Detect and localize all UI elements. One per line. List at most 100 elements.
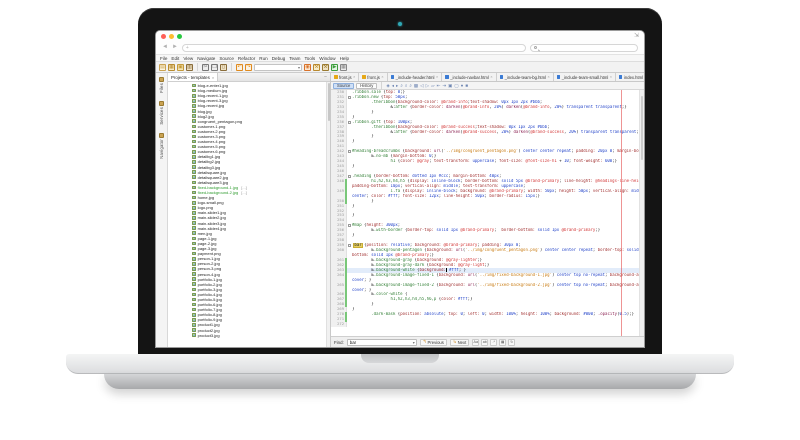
close-icon[interactable]: ×	[212, 75, 214, 80]
start-macro-icon[interactable]: ●	[461, 83, 464, 89]
minimize-traffic-light[interactable]	[169, 34, 174, 39]
editor-tab-index-html[interactable]: index.html×	[616, 73, 644, 81]
match-case-toggle[interactable]: Aa	[472, 339, 479, 346]
tab-close-icon[interactable]: ×	[610, 75, 612, 79]
editor-scrollbar[interactable]	[639, 90, 644, 336]
sidebar-tab-files[interactable]: Files	[159, 77, 164, 93]
new-project-icon[interactable]: ▦	[168, 64, 175, 71]
forward-arrow-icon[interactable]: ►	[172, 44, 178, 51]
save-all-icon[interactable]: ▥	[186, 64, 193, 71]
menu-item-tools[interactable]: Tools	[305, 56, 316, 61]
fold-marker-icon[interactable]	[348, 244, 351, 247]
sidebar-tab-services[interactable]: Services	[159, 101, 164, 125]
comment-icon[interactable]: ▣	[448, 83, 452, 89]
shift-left-icon[interactable]: ⇤	[437, 83, 441, 89]
filetype-html-icon	[391, 75, 395, 79]
build-project-icon[interactable]: ⚒	[313, 64, 320, 71]
last-edit-icon[interactable]: ◈	[386, 83, 389, 89]
source-view-button[interactable]: Source	[333, 83, 354, 89]
tab-close-icon[interactable]: ×	[381, 75, 383, 79]
image-file-icon	[192, 206, 196, 210]
menu-item-team[interactable]: Team	[289, 56, 300, 61]
back-arrow-icon[interactable]: ◄	[162, 44, 168, 51]
paste-icon[interactable]: ▯	[220, 64, 227, 71]
fold-marker-icon[interactable]	[348, 121, 351, 124]
profile-icon[interactable]: ▦	[340, 64, 347, 71]
menu-item-debug[interactable]: Debug	[272, 56, 286, 61]
editor-tab-front-js[interactable]: front.js×	[331, 73, 359, 81]
find-next-button[interactable]: ↳ Next	[450, 339, 469, 346]
close-traffic-light[interactable]	[161, 34, 166, 39]
menu-item-edit[interactable]: Edit	[171, 56, 179, 61]
clean-build-icon[interactable]: ⚒	[322, 64, 329, 71]
fold-marker-icon[interactable]	[348, 224, 351, 227]
menu-item-help[interactable]: Help	[340, 56, 349, 61]
menu-item-view[interactable]: View	[183, 56, 193, 61]
uncomment-icon[interactable]: ▢	[454, 83, 458, 89]
address-input[interactable]: +	[182, 44, 526, 52]
new-file-icon[interactable]: ▤	[159, 64, 166, 71]
find-input[interactable]: bar	[347, 339, 417, 346]
tab-close-icon[interactable]: ×	[353, 75, 355, 79]
open-project-icon[interactable]: ▣	[177, 64, 184, 71]
code-line[interactable]: 253}	[331, 213, 644, 218]
tab-close-icon[interactable]: ×	[490, 75, 492, 79]
run-project-icon[interactable]: ▶	[331, 64, 338, 71]
code-line[interactable]: 240}	[331, 139, 644, 144]
find-previous-icon[interactable]: ⌕	[409, 83, 412, 89]
next-bookmark-icon[interactable]: ▷	[426, 83, 429, 89]
editor-tab-front-js[interactable]: front.js×	[359, 73, 387, 81]
deploy-icon[interactable]: ◉	[304, 64, 311, 71]
back-icon[interactable]: ◂	[392, 83, 394, 89]
menu-item-window[interactable]: Window	[319, 56, 335, 61]
code-line[interactable]: 251}	[331, 204, 644, 209]
menu-item-refactor[interactable]: Refactor	[238, 56, 255, 61]
editor-tab--include-team-bg-html[interactable]: _include-team-bg.html×	[497, 73, 554, 81]
minimize-panel-icon[interactable]: −	[321, 74, 330, 80]
tab-close-icon[interactable]: ×	[436, 75, 438, 79]
editor-tab--include-header-html[interactable]: _include-header.html×	[388, 73, 443, 81]
resize-icon[interactable]: ⇲	[634, 33, 639, 39]
shift-right-icon[interactable]: ⇥	[442, 83, 446, 89]
code-line[interactable]: 272	[331, 322, 644, 327]
wrap-search-toggle[interactable]: ↻	[508, 339, 515, 346]
menu-item-navigate[interactable]: Navigate	[197, 56, 215, 61]
menu-item-source[interactable]: Source	[219, 56, 234, 61]
code-line[interactable]: 257}	[331, 233, 644, 238]
cut-icon[interactable]: ✂	[202, 64, 209, 71]
whole-words-toggle[interactable]: ab	[481, 339, 488, 346]
code-line[interactable]: 270 .dark-mask {position: absolute; top:…	[331, 312, 644, 317]
editor-tab--include-team-small-html[interactable]: _include-team-small.html×	[554, 73, 616, 81]
history-view-button[interactable]: History	[356, 83, 377, 89]
image-file-icon	[192, 333, 196, 337]
redo-icon[interactable]: ↷	[245, 64, 252, 71]
previous-bookmark-icon[interactable]: ◁	[420, 83, 423, 89]
highlight-results-toggle[interactable]: ▩	[499, 339, 506, 346]
menu-item-file[interactable]: File	[160, 56, 167, 61]
sidebar-tab-navigator[interactable]: Navigator	[159, 133, 164, 159]
stop-macro-icon[interactable]: ■	[465, 83, 468, 89]
toggle-bookmark-icon[interactable]: ▱	[431, 83, 434, 89]
zoom-traffic-light[interactable]	[177, 34, 182, 39]
fold-marker-icon[interactable]	[348, 175, 351, 178]
configuration-combobox[interactable]	[254, 64, 302, 71]
tab-close-icon[interactable]: ×	[548, 75, 550, 79]
copy-icon[interactable]: ❐	[211, 64, 218, 71]
menu-item-run[interactable]: Run	[259, 56, 267, 61]
projects-scrollbar[interactable]	[326, 82, 330, 347]
code-line[interactable]: 245}	[331, 164, 644, 169]
projects-tab[interactable]: Projects - templates ×	[168, 73, 218, 81]
undo-icon[interactable]: ↶	[236, 64, 243, 71]
toggle-highlight-icon[interactable]: ▩	[414, 83, 418, 89]
fold-marker-icon[interactable]	[348, 96, 351, 99]
find-previous-button[interactable]: ↰ Previous	[420, 339, 447, 346]
find-selection-icon[interactable]: ⌕	[400, 83, 403, 89]
fold-marker-icon[interactable]	[348, 150, 351, 153]
search-input[interactable]	[530, 44, 638, 52]
find-next-icon[interactable]: ⌕	[405, 83, 408, 89]
editor-tab-label: front.js	[339, 75, 352, 80]
tree-item[interactable]: product3.jpg	[168, 333, 326, 338]
editor-tab--include-navbar-html[interactable]: _include-navbar.html×	[442, 73, 496, 81]
forward-icon[interactable]: ▸	[396, 83, 398, 89]
regex-toggle[interactable]: .*	[490, 339, 497, 346]
